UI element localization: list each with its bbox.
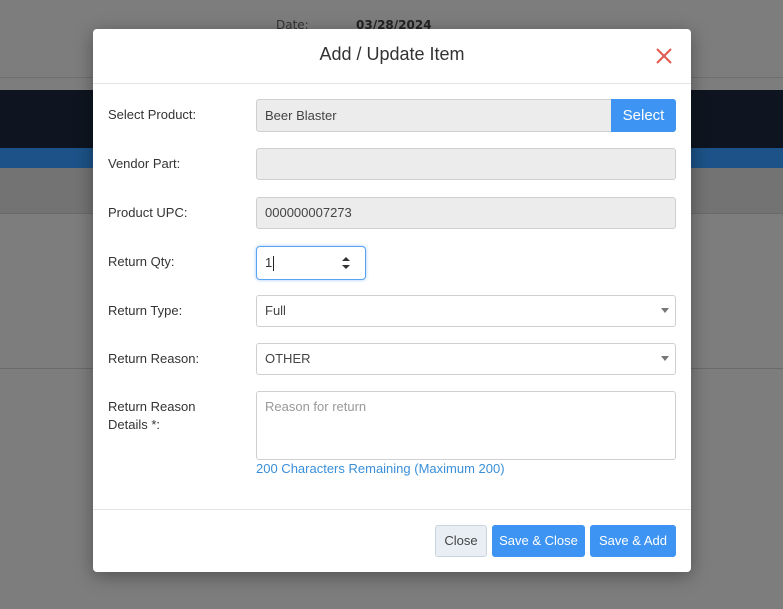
return-type-label: Return Type: [108,303,183,318]
select-product-button[interactable]: Select [611,99,676,132]
return-qty-label: Return Qty: [108,254,175,269]
number-spinner-icon[interactable] [341,256,351,270]
characters-remaining: 200 Characters Remaining (Maximum 200) [256,461,505,476]
select-product-label: Select Product: [108,107,197,122]
return-reason-details-textarea[interactable]: Reason for return [256,391,676,460]
chevron-down-icon [661,356,669,361]
return-reason-details-label: Return Reason Details *: [108,398,195,434]
save-and-add-button[interactable]: Save & Add [590,525,676,557]
add-update-item-dialog: Add / Update Item Select Product: Beer B… [93,29,691,572]
return-reason-value: OTHER [265,351,311,366]
product-upc-label: Product UPC: [108,205,188,220]
product-upc-field[interactable]: 000000007273 [256,197,676,229]
return-reason-select[interactable]: OTHER [256,343,676,375]
return-qty-value: 1 [265,255,273,270]
return-type-value: Full [265,303,286,318]
chevron-down-icon [661,308,669,313]
close-button[interactable]: Close [435,525,487,557]
return-reason-label: Return Reason: [108,351,200,366]
vendor-part-field[interactable] [256,148,676,180]
close-icon[interactable] [653,45,675,67]
text-cursor [273,256,275,272]
return-reason-details-label-line2: Details *: [108,417,161,432]
save-and-close-button[interactable]: Save & Close [492,525,585,557]
dialog-title: Add / Update Item [319,44,465,64]
return-qty-input[interactable]: 1 [256,246,366,280]
vendor-part-label: Vendor Part: [108,156,181,171]
return-reason-details-label-line1: Return Reason [108,399,196,414]
return-type-select[interactable]: Full [256,295,676,327]
select-product-field[interactable]: Beer Blaster [256,99,612,132]
dialog-header: Add / Update Item [93,29,691,84]
dialog-footer-divider [93,509,691,510]
